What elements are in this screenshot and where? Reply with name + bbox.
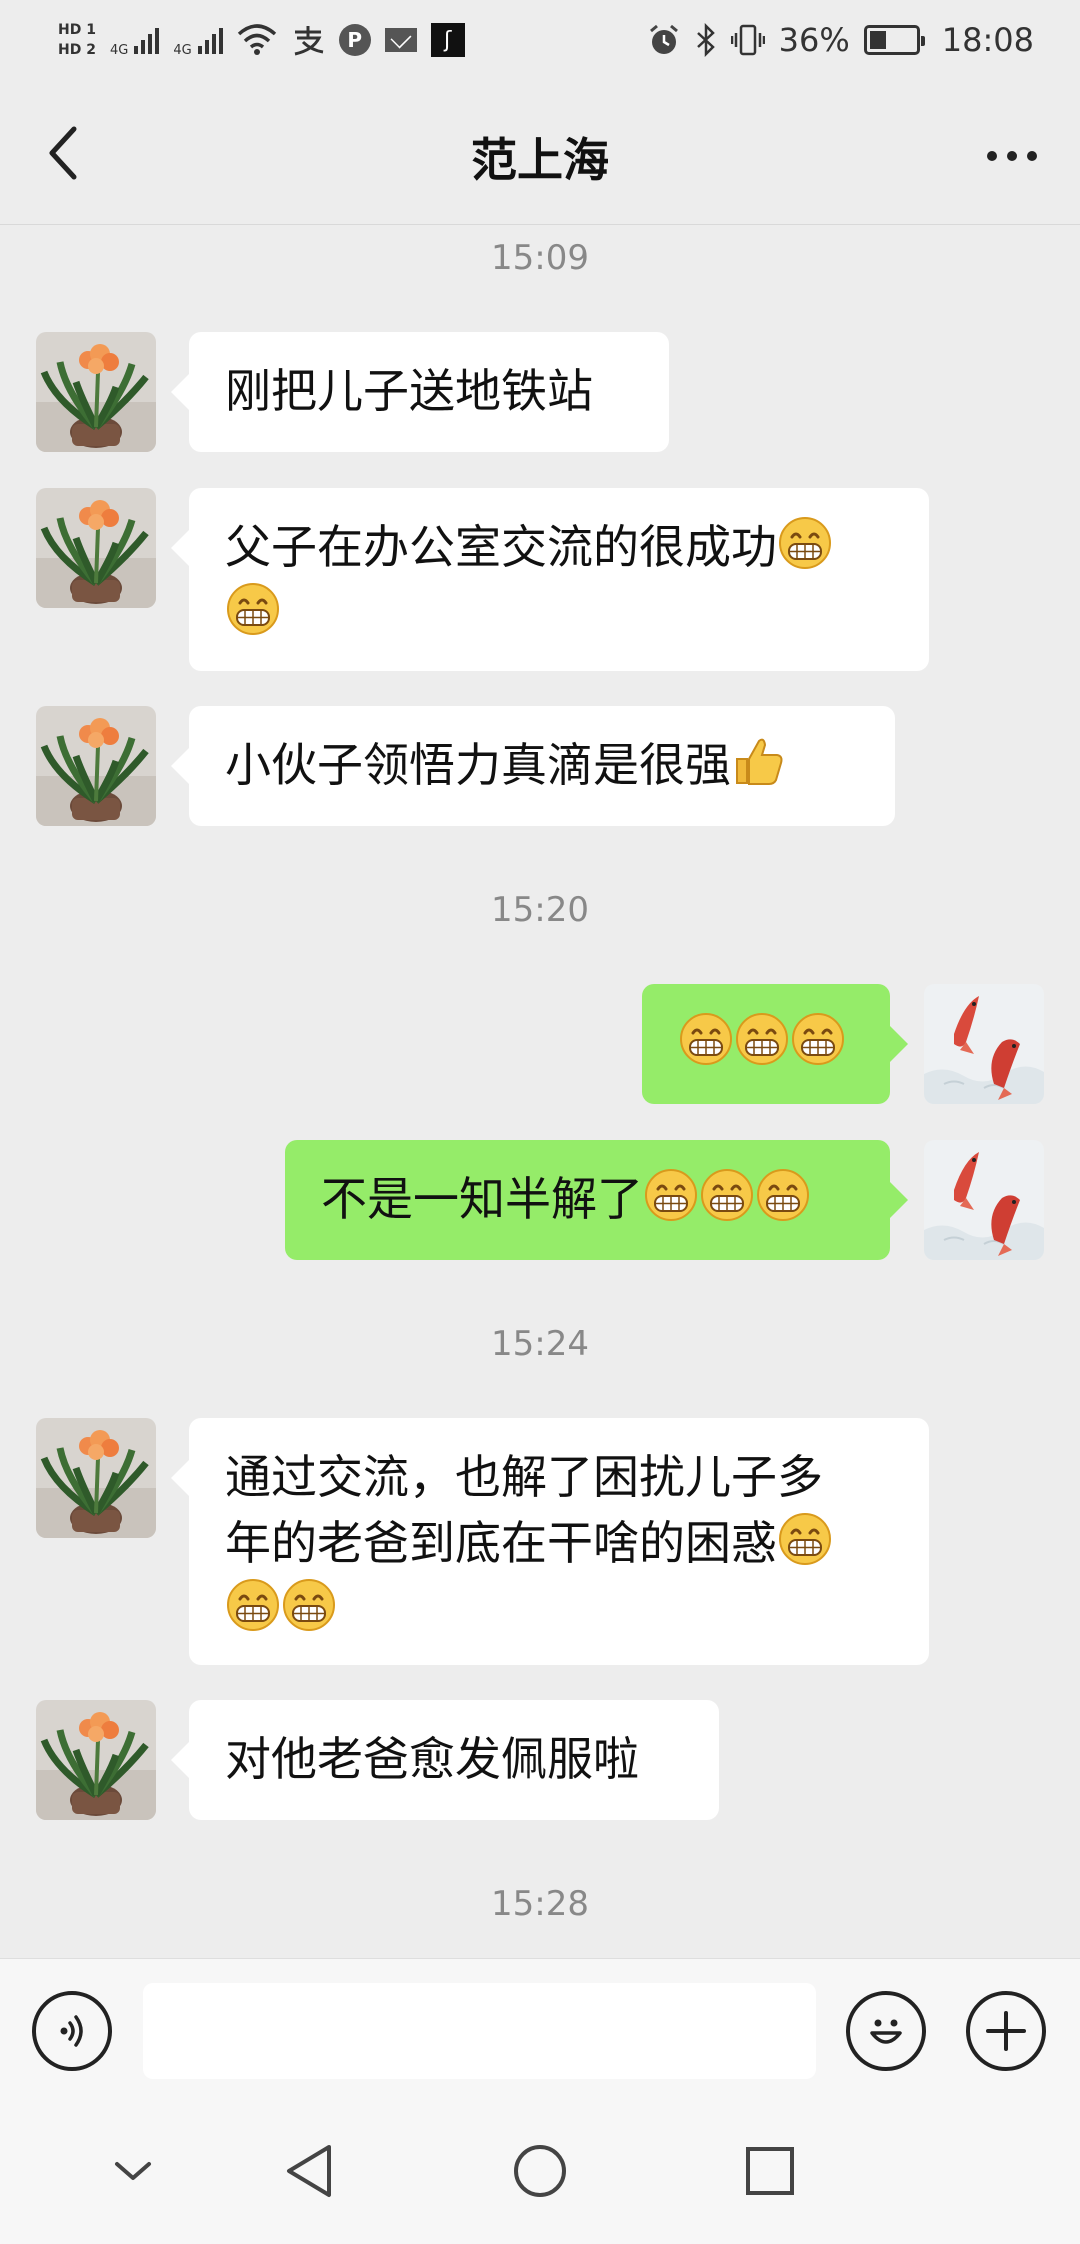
grin-emoji-icon [225, 581, 281, 637]
my-avatar[interactable] [924, 1140, 1044, 1260]
grin-emoji-icon [281, 1577, 337, 1633]
emoji-button[interactable] [846, 1991, 926, 2071]
more-actions-button[interactable] [966, 1991, 1046, 2071]
alipay-icon [291, 24, 325, 56]
message-text: 刚把儿子送地铁站 [225, 364, 593, 418]
timestamp: 15:24 [491, 1324, 589, 1364]
message-bubble[interactable]: 通过交流，也解了困扰儿子多 年的老爸到底在干啥的困惑 [171, 1418, 929, 1665]
battery-icon [863, 25, 925, 55]
message-text: 不是一知半解了 [321, 1172, 643, 1226]
dot [987, 151, 997, 161]
contact-avatar[interactable] [36, 706, 156, 826]
vibrate-icon [730, 23, 765, 57]
status-bar-right: 36% 18:08 [647, 21, 1034, 59]
recents-square-icon [746, 2147, 794, 2195]
nav-home-button[interactable] [505, 2136, 575, 2206]
timestamp: 15:20 [491, 890, 589, 930]
network-type-2: 4G [173, 42, 192, 58]
input-bar [0, 1958, 1080, 2094]
dot [1007, 151, 1017, 161]
alarm-icon [647, 23, 681, 57]
my-avatar[interactable] [924, 984, 1044, 1104]
message-text: 对他老爸愈发佩服啦 [225, 1732, 639, 1786]
bluetooth-icon [695, 23, 717, 57]
signal-icon [197, 26, 223, 54]
more-button[interactable] [972, 126, 1052, 186]
clock: 18:08 [941, 21, 1034, 59]
message-bubble[interactable]: 刚把儿子送地铁站 [171, 332, 669, 452]
message-bubble[interactable]: 父子在办公室交流的很成功 [171, 488, 929, 671]
battery-percent: 36% [778, 21, 850, 59]
grin-emoji-icon [734, 1011, 790, 1067]
message-text: 年的老爸到底在干啥的困惑 [225, 1516, 777, 1570]
grin-emoji-icon [790, 1011, 846, 1067]
timestamp: 15:28 [491, 1884, 589, 1924]
message-text: 小伙子领悟力真滴是很强 [225, 738, 731, 792]
grin-emoji-icon [225, 1577, 281, 1633]
back-triangle-icon [287, 2145, 331, 2197]
message-bubble[interactable]: 小伙子领悟力真滴是很强 [171, 706, 895, 826]
message-bubble[interactable]: 不是一知半解了 [285, 1140, 908, 1260]
system-nav-bar [0, 2094, 1080, 2244]
grin-emoji-icon [678, 1011, 734, 1067]
chat-title: 范上海 [471, 133, 609, 187]
nav-recents-button[interactable] [735, 2136, 805, 2206]
message-input[interactable] [143, 1983, 816, 2079]
chat-header: 范上海 [0, 80, 1080, 225]
home-circle-icon [514, 2145, 566, 2197]
message-bubble[interactable]: 对他老爸愈发佩服啦 [171, 1700, 719, 1820]
hide-nav-button[interactable] [98, 2136, 168, 2206]
contact-avatar[interactable] [36, 332, 156, 452]
dot [1027, 151, 1037, 161]
hd2-label: HD 2 [58, 42, 96, 58]
emoji-icon [870, 2019, 902, 2044]
contact-avatar[interactable] [36, 1418, 156, 1538]
network-type-1: 4G [109, 42, 129, 58]
message-list[interactable]: 15:09 刚把儿子送地铁站 父子在办公室交流的很成功 小伙子领悟力真滴是很强 … [0, 226, 1080, 1958]
grin-emoji-icon [777, 1511, 833, 1567]
hd1-label: HD 1 [58, 22, 96, 38]
contact-avatar[interactable] [36, 1700, 156, 1820]
grin-emoji-icon [777, 515, 833, 571]
message-text: 父子在办公室交流的很成功 [225, 520, 777, 574]
plus-icon [986, 2011, 1026, 2051]
thumbs-up-emoji-icon [731, 733, 787, 789]
grin-emoji-icon [699, 1167, 755, 1223]
nav-back-button[interactable] [274, 2136, 344, 2206]
contact-avatar[interactable] [36, 488, 156, 608]
grin-emoji-icon [643, 1167, 699, 1223]
chevron-down-icon [115, 2162, 151, 2180]
message-text: 通过交流，也解了困扰儿子多 [225, 1450, 823, 1504]
p-icon: P [338, 24, 371, 56]
sim-indicator: HD 1 HD 2 [58, 23, 96, 57]
app-icon: ʃ [430, 23, 465, 57]
voice-icon [60, 2015, 83, 2047]
message-bubble[interactable] [642, 984, 908, 1104]
status-bar: HD 1 HD 2 4G 4G P ʃ 36% 18:08 [0, 0, 1080, 80]
wifi-icon [237, 24, 277, 56]
voice-button[interactable] [32, 1991, 112, 2071]
status-bar-left: HD 1 HD 2 4G 4G P ʃ [58, 23, 465, 58]
grin-emoji-icon [755, 1167, 811, 1223]
mail-icon [384, 28, 417, 52]
signal-icon [134, 26, 160, 54]
timestamp: 15:09 [491, 238, 589, 278]
